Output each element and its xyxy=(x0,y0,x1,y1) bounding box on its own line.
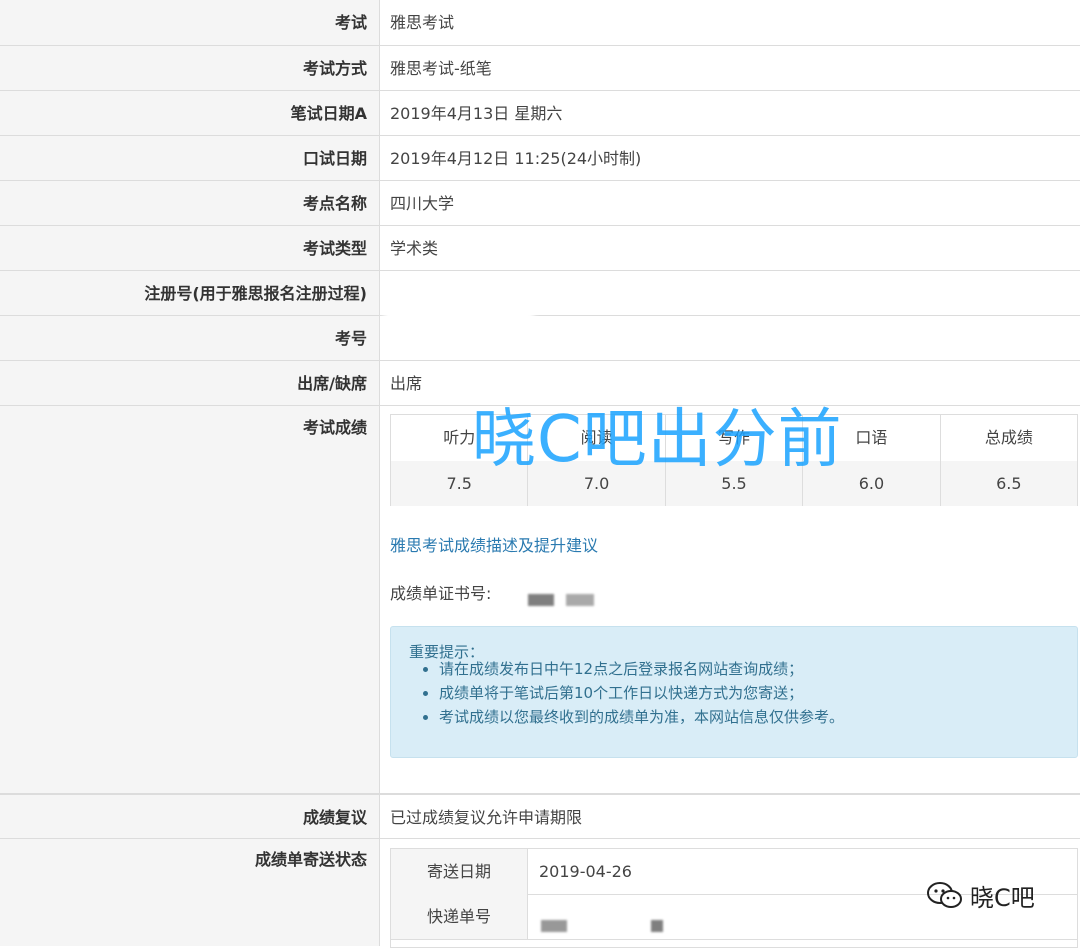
notice-item: 请在成绩发布日中午12点之后登录报名网站查询成绩； xyxy=(439,657,844,681)
brand-logo: 晓C吧 xyxy=(926,878,1035,913)
header-overall: 总成绩 xyxy=(984,428,1033,447)
label-review: 成绩复议 xyxy=(0,795,380,838)
row-written-date: 笔试日期A 2019年4月13日 星期六 xyxy=(0,91,1080,136)
score-description-link[interactable]: 雅思考试成绩描述及提升建议 xyxy=(390,532,598,556)
tracking-number-label: 快递单号 xyxy=(391,894,528,939)
row-oral-date: 口试日期 2019年4月12日 11:25(24小时制) xyxy=(0,136,1080,181)
label-type: 考试类型 xyxy=(0,226,380,270)
shipping-date-label: 寄送日期 xyxy=(391,849,528,894)
value-oral-date: 2019年4月12日 11:25(24小时制) xyxy=(390,149,642,168)
label-candidate-number: 考号 xyxy=(0,316,380,360)
shipping-date-value: 2019-04-26 xyxy=(539,862,632,881)
trf-redaction-patch xyxy=(520,576,800,628)
trf-label: 成绩单证书号: xyxy=(390,584,492,603)
label-oral-date: 口试日期 xyxy=(0,136,380,180)
redacted-tracking-1 xyxy=(541,920,567,932)
label-method: 考试方式 xyxy=(0,46,380,90)
label-scores: 考试成绩 xyxy=(0,406,380,793)
label-exam: 考试 xyxy=(0,0,380,45)
row-venue: 考点名称 四川大学 xyxy=(0,181,1080,226)
row-method: 考试方式 雅思考试-纸笔 xyxy=(0,46,1080,91)
redacted-tracking-2 xyxy=(651,920,663,932)
label-shipping: 成绩单寄送状态 xyxy=(0,839,380,946)
value-review: 已过成绩复议允许申请期限 xyxy=(390,808,583,827)
notice-item: 考试成绩以您最终收到的成绩单为准，本网站信息仅供参考。 xyxy=(439,705,844,729)
venue-link[interactable]: 四川大学 xyxy=(390,181,1080,226)
value-exam: 雅思考试 xyxy=(390,13,455,32)
important-notice: 重要提示： 请在成绩发布日中午12点之后登录报名网站查询成绩； 成绩单将于笔试后… xyxy=(390,626,1078,758)
row-exam: 考试 雅思考试 xyxy=(0,0,1080,46)
brand-name: 晓C吧 xyxy=(970,884,1035,912)
row-type: 考试类型 学术类 xyxy=(0,226,1080,271)
row-review: 成绩复议 已过成绩复议允许申请期限 xyxy=(0,794,1080,839)
redacted-trf-2 xyxy=(566,594,594,606)
value-method: 雅思考试-纸笔 xyxy=(390,59,492,78)
notice-item: 成绩单将于笔试后第10个工作日以快递方式为您寄送； xyxy=(439,681,844,705)
redacted-trf-1 xyxy=(528,594,554,606)
value-type: 学术类 xyxy=(390,239,439,258)
label-registration-number: 注册号(用于雅思报名注册过程) xyxy=(0,271,380,315)
notice-list: 请在成绩发布日中午12点之后登录报名网站查询成绩； 成绩单将于笔试后第10个工作… xyxy=(419,657,844,729)
watermark-text: 晓C吧出分前 xyxy=(472,403,843,477)
value-written-date: 2019年4月13日 星期六 xyxy=(390,104,563,123)
row-candidate-number: 考号 xyxy=(0,316,1080,361)
label-venue: 考点名称 xyxy=(0,181,380,225)
score-overall: 6.5 xyxy=(996,474,1022,493)
row-registration-number: 注册号(用于雅思报名注册过程) xyxy=(0,271,1080,316)
redaction-patch xyxy=(384,278,534,350)
label-written-date: 笔试日期A xyxy=(0,91,380,135)
wechat-icon xyxy=(927,881,962,908)
label-attendance: 出席/缺席 xyxy=(0,361,380,405)
